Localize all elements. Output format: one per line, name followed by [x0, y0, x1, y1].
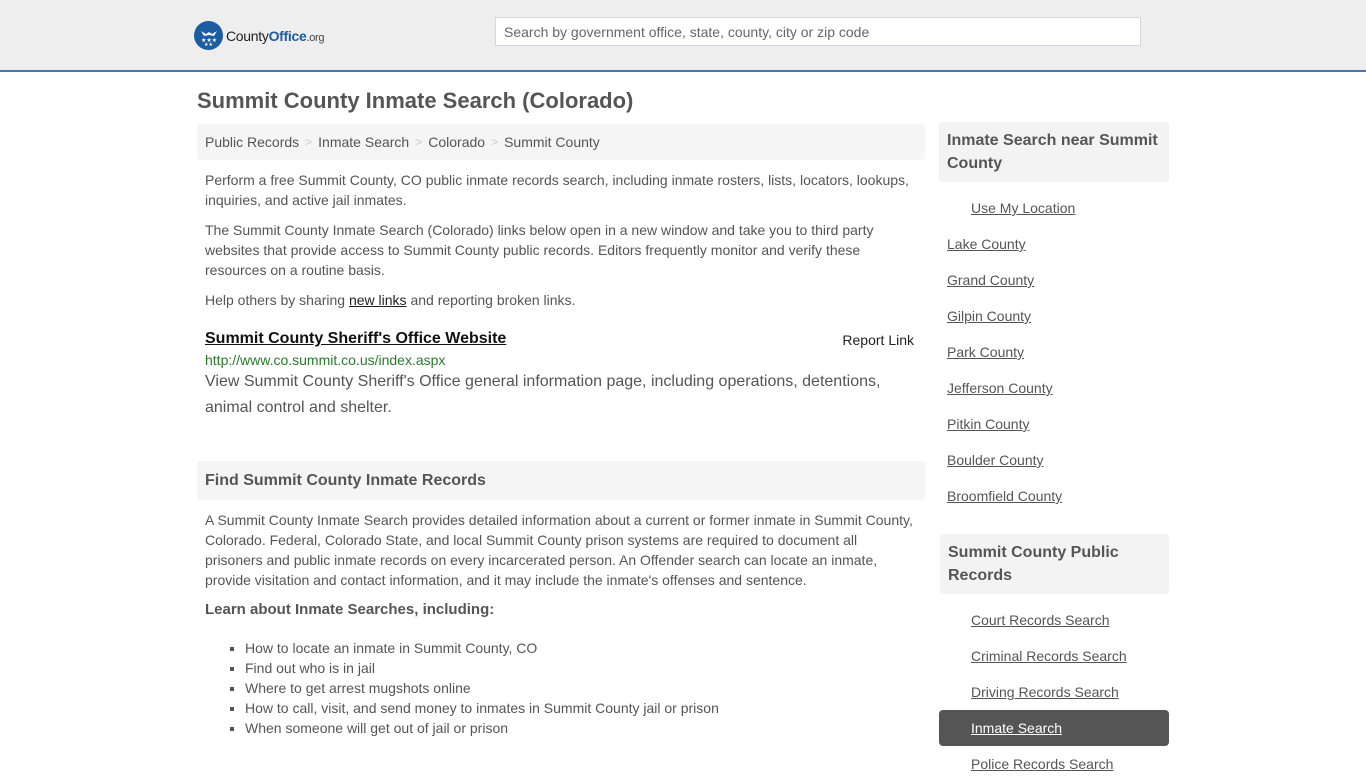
breadcrumb: Public Records > Inmate Search > Colorad… [197, 124, 925, 160]
sidebar-item-jefferson-county[interactable]: Jefferson County [939, 370, 1169, 406]
site-logo[interactable]: ★★★ ★★ CountyOffice.org [194, 21, 325, 50]
list-item: When someone will get out of jail or pri… [245, 718, 925, 738]
sidebar-item-gilpin-county[interactable]: Gilpin County [939, 298, 1169, 334]
sidebar-item-boulder-county[interactable]: Boulder County [939, 442, 1169, 478]
sidebar-item-court-records[interactable]: Court Records Search [939, 602, 1169, 638]
svg-text:★★: ★★ [204, 42, 213, 47]
breadcrumb-summit-county[interactable]: Summit County [504, 134, 600, 150]
find-records-body: A Summit County Inmate Search provides d… [205, 512, 913, 588]
disclaimer-paragraph: The Summit County Inmate Search (Colorad… [205, 222, 874, 278]
breadcrumb-separator: > [415, 135, 423, 149]
eagle-stars-icon: ★★★ ★★ [194, 21, 223, 50]
list-item: How to call, visit, and send money to in… [245, 698, 925, 718]
sidebar-item-inmate-search[interactable]: Inmate Search [939, 710, 1169, 746]
sidebar-item-driving-records[interactable]: Driving Records Search [939, 674, 1169, 710]
breadcrumb-colorado[interactable]: Colorado [428, 134, 485, 150]
report-link-button[interactable]: Report Link [842, 332, 914, 348]
listing-url: http://www.co.summit.co.us/index.aspx [205, 352, 446, 368]
list-item: Find out who is in jail [245, 658, 925, 678]
find-records-heading: Find Summit County Inmate Records [197, 461, 925, 500]
site-header: ★★★ ★★ CountyOffice.org [0, 0, 1366, 72]
sidebar-item-park-county[interactable]: Park County [939, 334, 1169, 370]
sidebar: Inmate Search near Summit County Use My … [939, 122, 1169, 782]
intro-paragraph: Perform a free Summit County, CO public … [205, 172, 909, 208]
new-links-link[interactable]: new links [349, 292, 407, 308]
logo-text: CountyOffice.org [226, 27, 325, 44]
breadcrumb-separator: > [305, 135, 313, 149]
page-title: Summit County Inmate Search (Colorado) [197, 88, 634, 113]
list-item: How to locate an inmate in Summit County… [245, 638, 925, 658]
sidebar-item-broomfield-county[interactable]: Broomfield County [939, 478, 1169, 514]
breadcrumb-inmate-search[interactable]: Inmate Search [318, 134, 409, 150]
listing-description: View Summit County Sheriff's Office gene… [205, 373, 881, 416]
sidebar-item-pitkin-county[interactable]: Pitkin County [939, 406, 1169, 442]
list-item: Where to get arrest mugshots online [245, 678, 925, 698]
learn-list: How to locate an inmate in Summit County… [197, 638, 925, 738]
sidebar-item-grand-county[interactable]: Grand County [939, 262, 1169, 298]
listing: Summit County Sheriff's Office Website R… [197, 330, 925, 421]
sidebar-item-lake-county[interactable]: Lake County [939, 226, 1169, 262]
learn-heading: Learn about Inmate Searches, including: [205, 601, 495, 618]
sidebar-item-criminal-records[interactable]: Criminal Records Search [939, 638, 1169, 674]
sidebar-item-police-records[interactable]: Police Records Search [939, 746, 1169, 782]
listing-title-link[interactable]: Summit County Sheriff's Office Website [205, 330, 506, 347]
public-records-heading: Summit County Public Records [940, 534, 1169, 594]
breadcrumb-separator: > [491, 135, 499, 149]
search-input[interactable] [495, 17, 1141, 46]
use-my-location-link[interactable]: Use My Location [939, 190, 1169, 226]
main-content: Public Records > Inmate Search > Colorad… [197, 124, 925, 738]
breadcrumb-public-records[interactable]: Public Records [205, 134, 299, 150]
nearby-heading: Inmate Search near Summit County [939, 122, 1169, 182]
share-paragraph: Help others by sharing new links and rep… [205, 292, 576, 308]
